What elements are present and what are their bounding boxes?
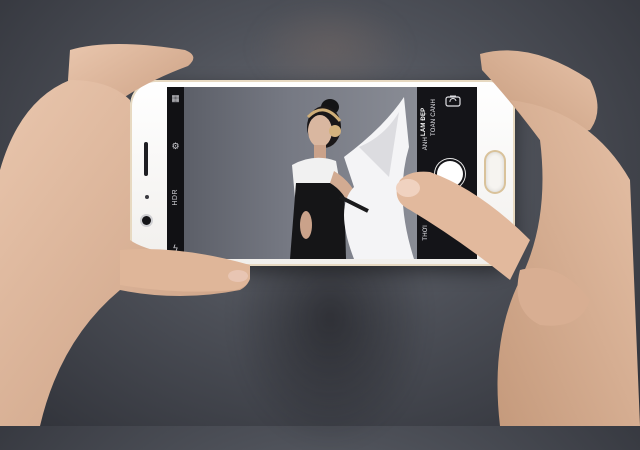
background-blur-top [250,0,410,80]
left-hand [0,44,250,426]
right-hand [396,50,640,426]
